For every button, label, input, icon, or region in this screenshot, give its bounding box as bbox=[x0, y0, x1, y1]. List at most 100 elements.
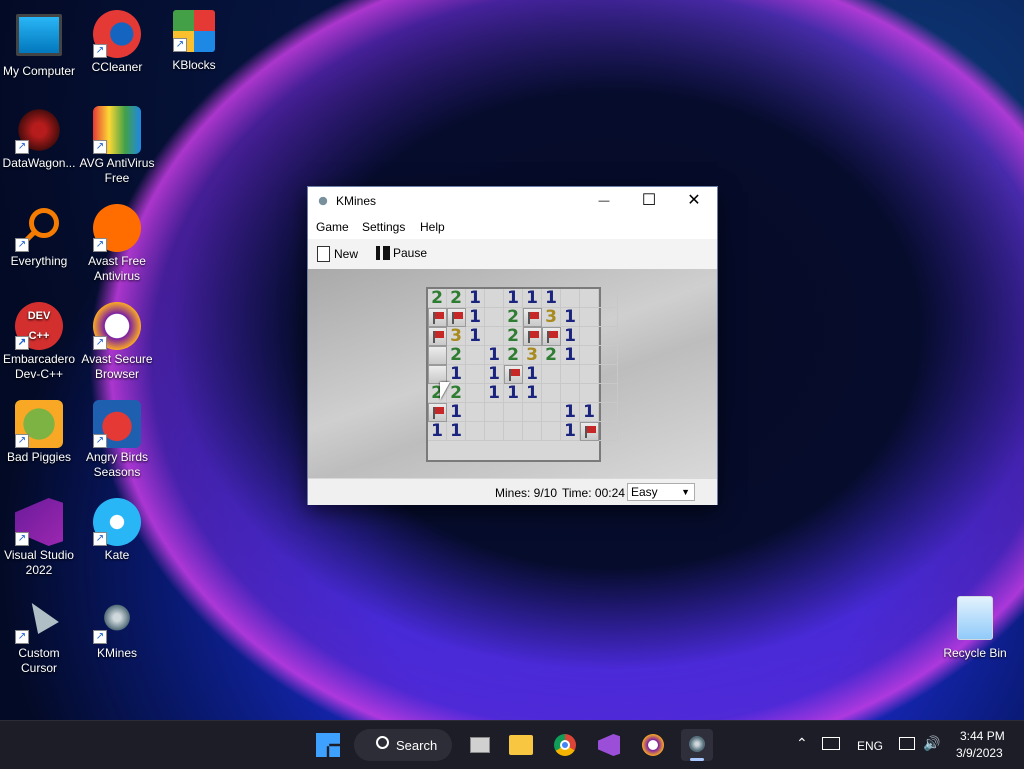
desktop-icon-custom-cursor[interactable]: ↗ Custom Cursor bbox=[0, 596, 78, 676]
empty-cell[interactable] bbox=[466, 403, 485, 422]
desktop-icon-ccleaner[interactable]: ↗ CCleaner bbox=[78, 10, 156, 75]
language-indicator[interactable]: ENG bbox=[857, 739, 883, 753]
empty-cell[interactable] bbox=[561, 384, 580, 403]
empty-cell[interactable] bbox=[580, 308, 599, 327]
desktop-icon-devcpp[interactable]: DEV C++ ↗ Embarcadero Dev-C++ bbox=[0, 302, 78, 382]
number-cell[interactable]: 1 bbox=[542, 289, 561, 308]
number-cell[interactable]: 2 bbox=[447, 346, 466, 365]
flagged-cell[interactable] bbox=[428, 403, 447, 422]
empty-cell[interactable] bbox=[599, 327, 618, 346]
number-cell[interactable]: 1 bbox=[561, 308, 580, 327]
number-cell[interactable]: 2 bbox=[428, 289, 447, 308]
difficulty-select[interactable]: Easy ▼ bbox=[627, 483, 695, 501]
number-cell[interactable]: 1 bbox=[466, 327, 485, 346]
empty-cell[interactable] bbox=[504, 403, 523, 422]
menu-settings[interactable]: Settings bbox=[362, 220, 405, 234]
close-button[interactable]: ✕ bbox=[671, 187, 717, 215]
closed-cell[interactable] bbox=[428, 346, 447, 365]
new-game-button[interactable]: New bbox=[317, 246, 358, 262]
empty-cell[interactable] bbox=[580, 289, 599, 308]
number-cell[interactable]: 3 bbox=[542, 308, 561, 327]
empty-cell[interactable] bbox=[466, 365, 485, 384]
number-cell[interactable]: 1 bbox=[485, 346, 504, 365]
number-cell[interactable]: 1 bbox=[561, 422, 580, 441]
empty-cell[interactable] bbox=[485, 327, 504, 346]
desktop-icon-datawagon[interactable]: ↗ DataWagon... bbox=[0, 106, 78, 171]
number-cell[interactable]: 1 bbox=[561, 403, 580, 422]
empty-cell[interactable] bbox=[523, 403, 542, 422]
empty-cell[interactable] bbox=[580, 346, 599, 365]
empty-cell[interactable] bbox=[542, 384, 561, 403]
empty-cell[interactable] bbox=[561, 289, 580, 308]
clock-time[interactable]: 3:44 PM bbox=[960, 729, 1005, 743]
number-cell[interactable]: 1 bbox=[504, 289, 523, 308]
visual-studio-taskbar-icon[interactable] bbox=[593, 729, 625, 761]
kmines-taskbar-icon[interactable] bbox=[681, 729, 713, 761]
desktop-icon-avg[interactable]: ↗ AVG AntiVirus Free bbox=[78, 106, 156, 186]
menu-help[interactable]: Help bbox=[420, 220, 445, 234]
empty-cell[interactable] bbox=[485, 308, 504, 327]
flagged-cell[interactable] bbox=[580, 422, 599, 441]
chrome-icon[interactable] bbox=[549, 729, 581, 761]
empty-cell[interactable] bbox=[466, 422, 485, 441]
empty-cell[interactable] bbox=[599, 365, 618, 384]
flagged-cell[interactable] bbox=[504, 365, 523, 384]
empty-cell[interactable] bbox=[466, 346, 485, 365]
flagged-cell[interactable] bbox=[523, 327, 542, 346]
desktop-icon-kblocks[interactable]: ↗ KBlocks bbox=[155, 10, 233, 73]
number-cell[interactable]: 3 bbox=[447, 327, 466, 346]
empty-cell[interactable] bbox=[485, 403, 504, 422]
number-cell[interactable]: 1 bbox=[561, 346, 580, 365]
number-cell[interactable]: 2 bbox=[504, 308, 523, 327]
desktop-icon-everything[interactable]: ↗ Everything bbox=[0, 204, 78, 269]
desktop-icon-kate[interactable]: ↗ Kate bbox=[78, 498, 156, 563]
number-cell[interactable]: 2 bbox=[542, 346, 561, 365]
speaker-icon[interactable]: 🔊 bbox=[923, 735, 940, 752]
empty-cell[interactable] bbox=[485, 422, 504, 441]
empty-cell[interactable] bbox=[542, 422, 561, 441]
maximize-button[interactable]: ☐ bbox=[626, 187, 672, 215]
desktop-icon-recycle-bin[interactable]: Recycle Bin bbox=[936, 596, 1014, 661]
number-cell[interactable]: 1 bbox=[447, 403, 466, 422]
task-view-icon[interactable] bbox=[463, 729, 495, 761]
number-cell[interactable]: 1 bbox=[466, 289, 485, 308]
empty-cell[interactable] bbox=[580, 327, 599, 346]
desktop-icon-kmines[interactable]: ↗ KMines bbox=[78, 596, 156, 661]
empty-cell[interactable] bbox=[599, 422, 618, 441]
empty-cell[interactable] bbox=[523, 422, 542, 441]
number-cell[interactable]: 1 bbox=[561, 327, 580, 346]
number-cell[interactable]: 1 bbox=[523, 289, 542, 308]
desktop-icon-my-computer[interactable]: My Computer bbox=[0, 10, 78, 79]
search-button[interactable]: Search bbox=[354, 729, 452, 761]
desktop-icon-visual-studio[interactable]: ↗ Visual Studio 2022 bbox=[0, 498, 78, 578]
number-cell[interactable]: 1 bbox=[523, 384, 542, 403]
network-icon[interactable] bbox=[899, 737, 915, 750]
flagged-cell[interactable] bbox=[447, 308, 466, 327]
empty-cell[interactable] bbox=[599, 403, 618, 422]
empty-cell[interactable] bbox=[580, 365, 599, 384]
number-cell[interactable]: 2 bbox=[504, 327, 523, 346]
desktop-icon-avast-browser[interactable]: ↗ Avast Secure Browser bbox=[78, 302, 156, 382]
show-hidden-icons-chevron-up-icon[interactable]: ⌃ bbox=[796, 735, 808, 752]
pause-button[interactable]: Pause bbox=[376, 246, 427, 260]
flagged-cell[interactable] bbox=[523, 308, 542, 327]
empty-cell[interactable] bbox=[542, 403, 561, 422]
empty-cell[interactable] bbox=[599, 308, 618, 327]
number-cell[interactable]: 1 bbox=[466, 308, 485, 327]
flagged-cell[interactable] bbox=[428, 327, 447, 346]
empty-cell[interactable] bbox=[599, 289, 618, 308]
minimize-button[interactable]: — bbox=[581, 187, 627, 215]
empty-cell[interactable] bbox=[485, 289, 504, 308]
empty-cell[interactable] bbox=[466, 384, 485, 403]
number-cell[interactable]: 1 bbox=[580, 403, 599, 422]
clock-date[interactable]: 3/9/2023 bbox=[956, 746, 1003, 760]
empty-cell[interactable] bbox=[580, 384, 599, 403]
desktop-icon-bad-piggies[interactable]: ↗ Bad Piggies bbox=[0, 400, 78, 465]
number-cell[interactable]: 1 bbox=[504, 384, 523, 403]
avast-browser-taskbar-icon[interactable] bbox=[637, 729, 669, 761]
number-cell[interactable]: 1 bbox=[428, 422, 447, 441]
flagged-cell[interactable] bbox=[542, 327, 561, 346]
number-cell[interactable]: 1 bbox=[523, 365, 542, 384]
empty-cell[interactable] bbox=[561, 365, 580, 384]
number-cell[interactable]: 3 bbox=[523, 346, 542, 365]
